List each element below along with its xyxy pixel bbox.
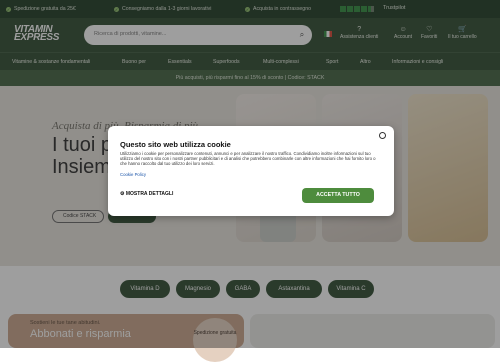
cookie-policy-link[interactable]: Cookie Policy xyxy=(120,172,146,177)
cookie-body: Utilizziamo i cookie per personalizzare … xyxy=(120,151,376,167)
language-globe-icon[interactable] xyxy=(379,132,386,139)
cookie-dialog: Questo sito web utilizza cookie Utilizzi… xyxy=(108,126,394,216)
accept-all-button[interactable]: ACCETTA TUTTO xyxy=(302,188,374,203)
cookie-title: Questo sito web utilizza cookie xyxy=(120,140,231,149)
show-details-button[interactable]: ⚙ MOSTRA DETTAGLI xyxy=(120,191,173,197)
show-details-label: MOSTRA DETTAGLI xyxy=(125,191,174,197)
